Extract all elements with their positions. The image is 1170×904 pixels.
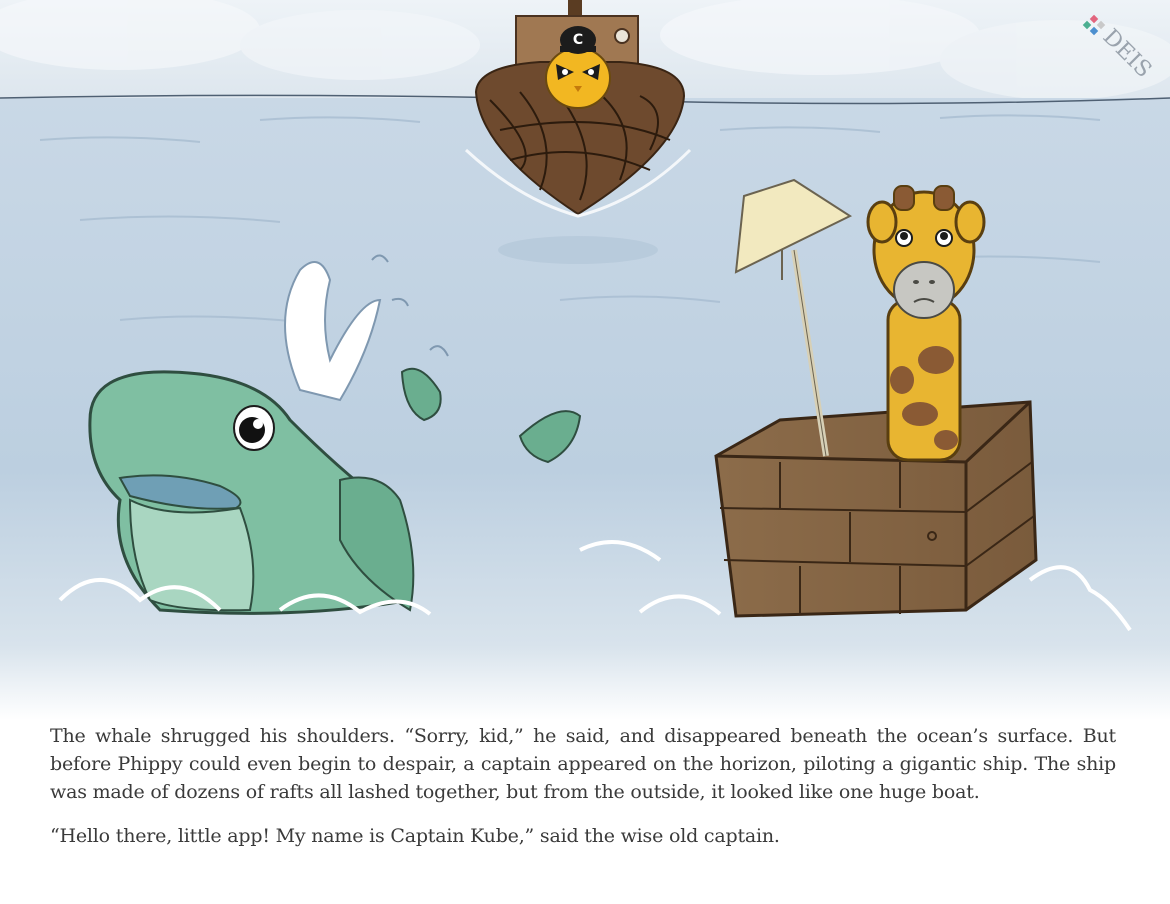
illustration: C <box>0 0 1170 720</box>
story-paragraph-2: “Hello there, little app! My name is Cap… <box>50 825 780 847</box>
deis-logo-mark <box>1082 14 1106 36</box>
deis-logo: DEIS <box>1082 14 1156 83</box>
storybook-page: C DEIS The whale shrugged his shoulders.… <box>0 0 1170 904</box>
floating-box <box>714 400 1038 618</box>
story-text: The whale shrugged his shoulders. “Sorry… <box>50 722 1116 850</box>
story-paragraph-1: The whale shrugged his shoulders. “Sorry… <box>50 725 1116 803</box>
captain-hat-letter: C <box>573 32 583 48</box>
deis-logo-text: DEIS <box>1098 25 1156 83</box>
